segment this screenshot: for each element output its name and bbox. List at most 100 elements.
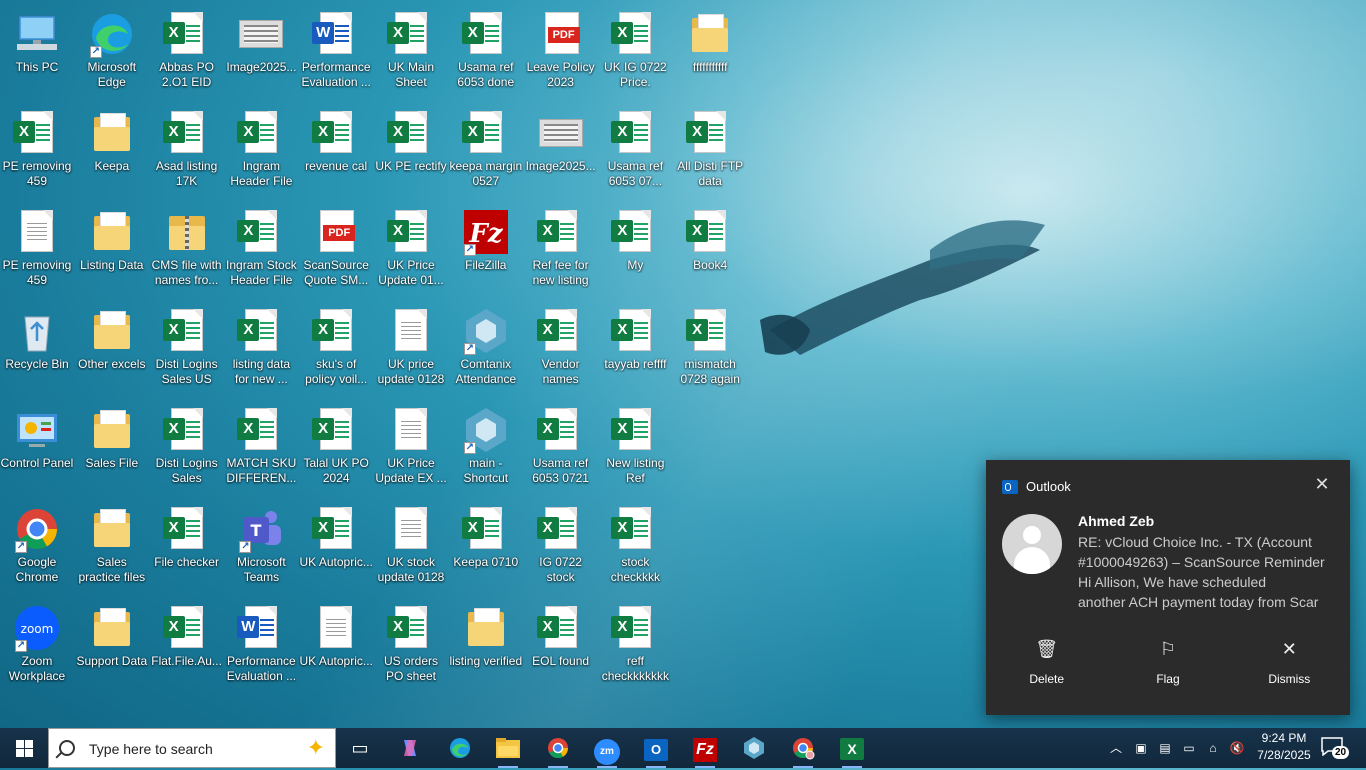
desktop-icon-scansource-quote-sm[interactable]: PDF ScanSource Quote SM... (299, 202, 373, 288)
desktop-icon-disti-logins-sales[interactable]: X Disti Logins Sales (150, 400, 224, 486)
desktop-icon-label: My (627, 258, 644, 272)
desktop-icon-label: PE removing 459 (2, 159, 72, 188)
desktop-icon-cms-file-with-names-fro[interactable]: CMS file with names fro... (150, 202, 224, 288)
desktop-icon-other-excels[interactable]: Other excels (75, 301, 149, 372)
desktop-icon-reff-checkkkkkkk[interactable]: Xreff checkkkkkkk (598, 598, 672, 684)
excel-icon[interactable]: X (832, 732, 872, 768)
desktop-icon-performance-evaluation[interactable]: W Performance Evaluation ... (224, 598, 298, 684)
desktop-icon-keepa-margin-0527[interactable]: Xkeepa margin 0527 (449, 103, 523, 189)
desktop-icon-google-chrome[interactable]: ↗ Google Chrome (0, 499, 74, 585)
desktop-icon-fffffffffff[interactable]: fffffffffff (673, 4, 747, 75)
desktop-icon-support-data[interactable]: Support Data (75, 598, 149, 669)
desktop-icon-uk-price-update-01[interactable]: X UK Price Update 01... (374, 202, 448, 288)
desktop-icon-usama-ref-6053-done[interactable]: X Usama ref 6053 done (449, 4, 523, 90)
file-explorer-icon[interactable] (488, 732, 528, 768)
chrome-profile-icon[interactable] (783, 732, 823, 768)
comtanix-icon[interactable] (734, 732, 774, 764)
desktop-icon-pe-removing-459[interactable]: PE removing 459 (0, 202, 74, 288)
desktop-icon-ig-0722-stock[interactable]: X IG 0722 stock (524, 499, 598, 585)
desktop-icon-all-disti-ftp-data[interactable]: X All Disti FTP data (673, 103, 747, 189)
desktop-icon-label: Microsoft Teams (237, 555, 286, 584)
meet-now-icon[interactable]: ▣ (1130, 728, 1152, 768)
task-view-icon[interactable]: ▭ (340, 732, 380, 764)
desktop-icon-leave-policy-2023[interactable]: PDF Leave Policy 2023 (524, 4, 598, 90)
desktop-icon-match-sku-differen[interactable]: X MATCH SKU DIFFEREN... (224, 400, 298, 486)
desktop-icon-listing-data-for-new[interactable]: Xlisting data for new ... (224, 301, 298, 387)
taskbar-clock[interactable]: 9:24 PM 7/28/2025 (1252, 730, 1316, 764)
show-hidden-icons-chevron-icon[interactable]: ︿ (1106, 728, 1126, 768)
outlook-icon[interactable]: O (636, 732, 676, 768)
desktop-icon-talal-uk-po-2024[interactable]: X Talal UK PO 2024 (299, 400, 373, 486)
desktop-icon-listing-verified[interactable]: listing verified (449, 598, 523, 669)
desktop-icon-abbas-po-2-o1-eid[interactable]: X Abbas PO 2.O1 EID (150, 4, 224, 90)
desktop-icon-uk-price-update-0128[interactable]: UK price update 0128 (374, 301, 448, 387)
flag-button[interactable]: ⚐ Flag (1107, 630, 1228, 690)
desktop-icon-new-listing-ref[interactable]: X New listing Ref (598, 400, 672, 486)
outlook-notification[interactable]: Outlook ✕ Ahmed Zeb RE: vCloud Choice In… (986, 460, 1350, 715)
volume-muted-icon[interactable]: 🔇 (1226, 728, 1248, 768)
start-button[interactable] (0, 728, 48, 768)
desktop-icon-mismatch-0728-again[interactable]: Xmismatch 0728 again (673, 301, 747, 387)
desktop-icon-sales-file[interactable]: Sales File (75, 400, 149, 471)
desktop-icon-disti-logins-sales-us[interactable]: X Disti Logins Sales US (150, 301, 224, 387)
xlsx-icon: X (611, 406, 659, 454)
desktop-icon-control-panel[interactable]: Control Panel (0, 400, 74, 471)
desktop-icon-sales-practice-files[interactable]: Sales practice files (75, 499, 149, 585)
desktop-icon-this-pc[interactable]: This PC (0, 4, 74, 75)
desktop-icon-uk-price-update-ex[interactable]: UK Price Update EX ... (374, 400, 448, 486)
battery-icon[interactable]: ▭ (1178, 728, 1200, 768)
desktop-icon-asad-listing-17k[interactable]: X Asad listing 17K (150, 103, 224, 189)
display-icon[interactable]: ▤ (1154, 728, 1176, 768)
desktop-icon-keepa[interactable]: Keepa (75, 103, 149, 174)
delete-button[interactable]: 🗑 Delete (986, 630, 1107, 690)
desktop-icon-recycle-bin[interactable]: Recycle Bin (0, 301, 74, 372)
desktop-icon-image2025[interactable]: Image2025... (224, 4, 298, 75)
copilot-icon[interactable] (390, 732, 430, 764)
desktop-icon-uk-main-sheet[interactable]: X UK Main Sheet (374, 4, 448, 90)
desktop-icon-microsoft-teams[interactable]: T ↗ Microsoft Teams (224, 499, 298, 585)
desktop-icon-us-orders-po-sheet[interactable]: X US orders PO sheet (374, 598, 448, 684)
edge-icon[interactable] (440, 732, 480, 764)
desktop-icon-my[interactable]: X My (598, 202, 672, 273)
desktop-icon-sku-s-of-policy-voil[interactable]: Xsku's of policy voil... (299, 301, 373, 387)
desktop-icon-eol-found[interactable]: X EOL found (524, 598, 598, 669)
desktop-icon-ingram-header-file[interactable]: X Ingram Header File (224, 103, 298, 189)
desktop-icon-filezilla[interactable]: Fz ↗ FileZilla (449, 202, 523, 273)
desktop-icon-label: Usama ref 6053 done (457, 60, 515, 89)
desktop-icon-image2025[interactable]: Image2025... (524, 103, 598, 174)
desktop-icon-pe-removing-459[interactable]: X PE removing 459 (0, 103, 74, 189)
dismiss-button[interactable]: ✕ Dismiss (1229, 630, 1350, 690)
desktop-icon-revenue-cal[interactable]: Xrevenue cal (299, 103, 373, 174)
zoom-icon[interactable]: zm (587, 732, 627, 768)
desktop-icon-main-shortcut[interactable]: ↗ main - Shortcut (449, 400, 523, 486)
desktop-icon-keepa-0710[interactable]: X Keepa 0710 (449, 499, 523, 570)
desktop-icon-zoom-workplace[interactable]: zoom ↗ Zoom Workplace (0, 598, 74, 684)
close-icon[interactable]: ✕ (1312, 474, 1332, 494)
desktop-icon-microsoft-edge[interactable]: ↗ Microsoft Edge (75, 4, 149, 90)
desktop-icon-file-checker[interactable]: X File checker (150, 499, 224, 570)
desktop-icon-vendor-names[interactable]: X Vendor names (524, 301, 598, 387)
desktop-icon-comtanix-attendance[interactable]: ↗ Comtanix Attendance (449, 301, 523, 387)
desktop-icon-uk-pe-rectify[interactable]: X UK PE rectify (374, 103, 448, 174)
desktop-icon-performance-evaluation[interactable]: W Performance Evaluation ... (299, 4, 373, 90)
desktop-icon-usama-ref-6053-0721[interactable]: X Usama ref 6053 0721 (524, 400, 598, 486)
notification-center-button[interactable]: 20 (1320, 736, 1350, 760)
notification-sender: Ahmed Zeb (1078, 513, 1155, 529)
desktop-icon-book4[interactable]: X Book4 (673, 202, 747, 273)
chrome-icon[interactable] (538, 732, 578, 768)
desktop-icon-usama-ref-6053-07[interactable]: X Usama ref 6053 07... (598, 103, 672, 189)
desktop-icon-tayyab-reffff[interactable]: Xtayyab reffff (598, 301, 672, 372)
desktop-icon-listing-data[interactable]: Listing Data (75, 202, 149, 273)
desktop-icon-label: listing verified (449, 654, 523, 668)
taskbar-search-box[interactable]: Type here to search ✦ (48, 728, 336, 768)
desktop-icon-stock-checkkkk[interactable]: Xstock checkkkk (598, 499, 672, 585)
filezilla-icon[interactable]: Fz (685, 732, 725, 768)
network-icon[interactable]: ⌂ (1202, 728, 1224, 768)
desktop-icon-uk-ig-0722-price[interactable]: X UK IG 0722 Price. (598, 4, 672, 90)
desktop-icon-uk-autopric[interactable]: X UK Autopric... (299, 499, 373, 570)
desktop-icon-uk-stock-update-0128[interactable]: UK stock update 0128 (374, 499, 448, 585)
desktop-icon-ref-fee-for-new-listing[interactable]: X Ref fee for new listing (524, 202, 598, 288)
desktop-icon-ingram-stock-header-file[interactable]: X Ingram Stock Header File (224, 202, 298, 288)
desktop-icon-flat-file-au[interactable]: X Flat.File.Au... (150, 598, 224, 669)
desktop-icon-uk-autopric[interactable]: UK Autopric... (299, 598, 373, 669)
